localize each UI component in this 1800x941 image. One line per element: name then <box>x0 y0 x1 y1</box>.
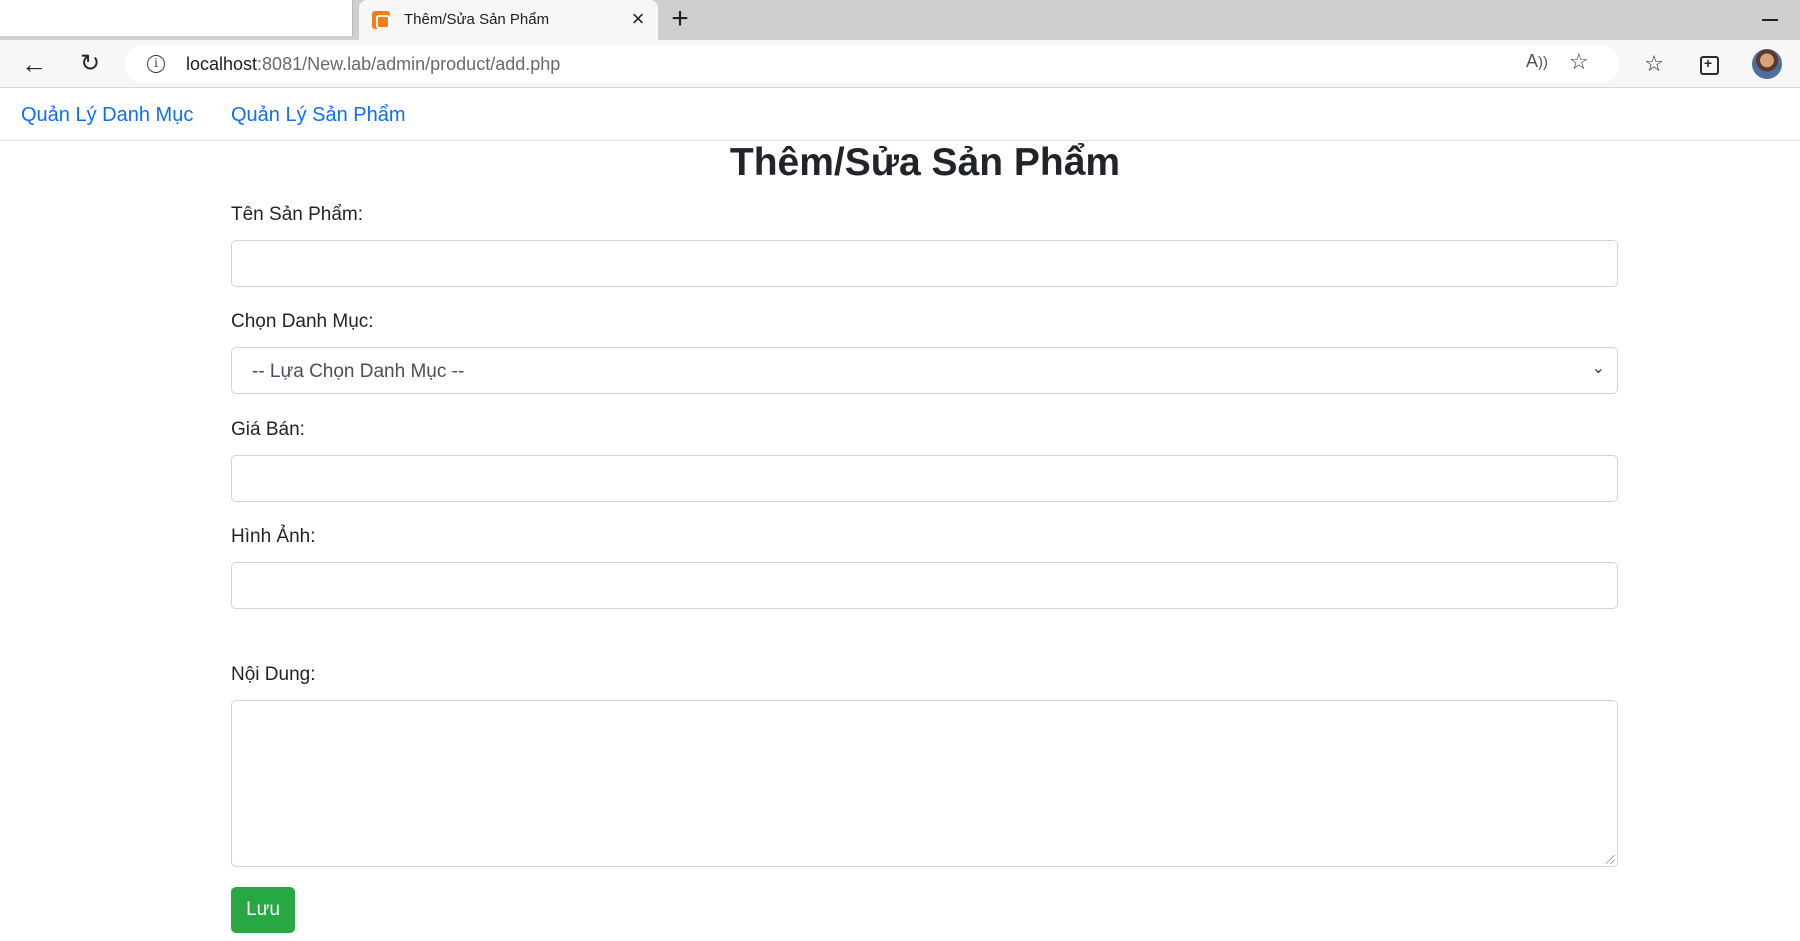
save-button[interactable]: Lưu <box>231 887 295 933</box>
price-label: Giá Bán: <box>231 419 305 440</box>
category-select[interactable]: -- Lựa Chọn Danh Mục -- ⌄ <box>231 347 1618 394</box>
info-icon[interactable]: i <box>147 55 165 73</box>
content-textarea[interactable] <box>231 700 1618 867</box>
minimize-window-icon[interactable] <box>1762 19 1778 21</box>
nav-link-category-management[interactable]: Quản Lý Danh Mục <box>21 104 193 127</box>
profile-avatar[interactable] <box>1752 49 1782 79</box>
image-label: Hình Ảnh: <box>231 526 316 547</box>
product-name-label: Tên Sản Phẩm: <box>231 204 364 225</box>
new-tab-icon[interactable]: + <box>665 4 695 36</box>
tab-title: Thêm/Sửa Sản Phẩm <box>404 11 550 28</box>
browser-tab-previous[interactable] <box>0 0 353 36</box>
add-favorite-star-icon[interactable]: ☆ <box>1569 49 1589 75</box>
read-aloud-icon[interactable]: A)) <box>1526 51 1548 72</box>
top-navbar: Quản Lý Danh Mục Quản Lý Sản Phẩm <box>0 89 1800 141</box>
favorites-icon[interactable]: ☆ <box>1638 48 1670 80</box>
reload-icon[interactable]: ↻ <box>74 48 106 80</box>
product-name-input[interactable] <box>231 240 1618 287</box>
price-input[interactable] <box>231 455 1618 502</box>
image-input[interactable] <box>231 562 1618 609</box>
address-bar[interactable]: i localhost:8081/New.lab/admin/product/a… <box>124 45 1620 83</box>
xampp-favicon-icon <box>372 11 390 29</box>
browser-tab-active[interactable]: Thêm/Sửa Sản Phẩm × <box>359 0 658 40</box>
browser-toolbar: ← ↻ i localhost:8081/New.lab/admin/produ… <box>0 40 1800 88</box>
nav-link-product-management[interactable]: Quản Lý Sản Phẩm <box>231 104 406 127</box>
back-arrow-icon[interactable]: ← <box>18 48 50 80</box>
page-title: Thêm/Sửa Sản Phẩm <box>729 141 1121 184</box>
collections-icon[interactable] <box>1692 47 1724 80</box>
url-text[interactable]: localhost:8081/New.lab/admin/product/add… <box>186 54 560 75</box>
category-label: Chọn Danh Mục: <box>231 311 374 332</box>
browser-tab-strip: Thêm/Sửa Sản Phẩm × + <box>0 0 1800 40</box>
close-tab-icon[interactable]: × <box>627 8 649 30</box>
category-selected-value: -- Lựa Chọn Danh Mục -- <box>252 361 465 382</box>
content-label: Nội Dung: <box>231 664 316 685</box>
resize-handle-icon[interactable] <box>1606 855 1615 864</box>
chevron-down-icon: ⌄ <box>1591 360 1605 377</box>
